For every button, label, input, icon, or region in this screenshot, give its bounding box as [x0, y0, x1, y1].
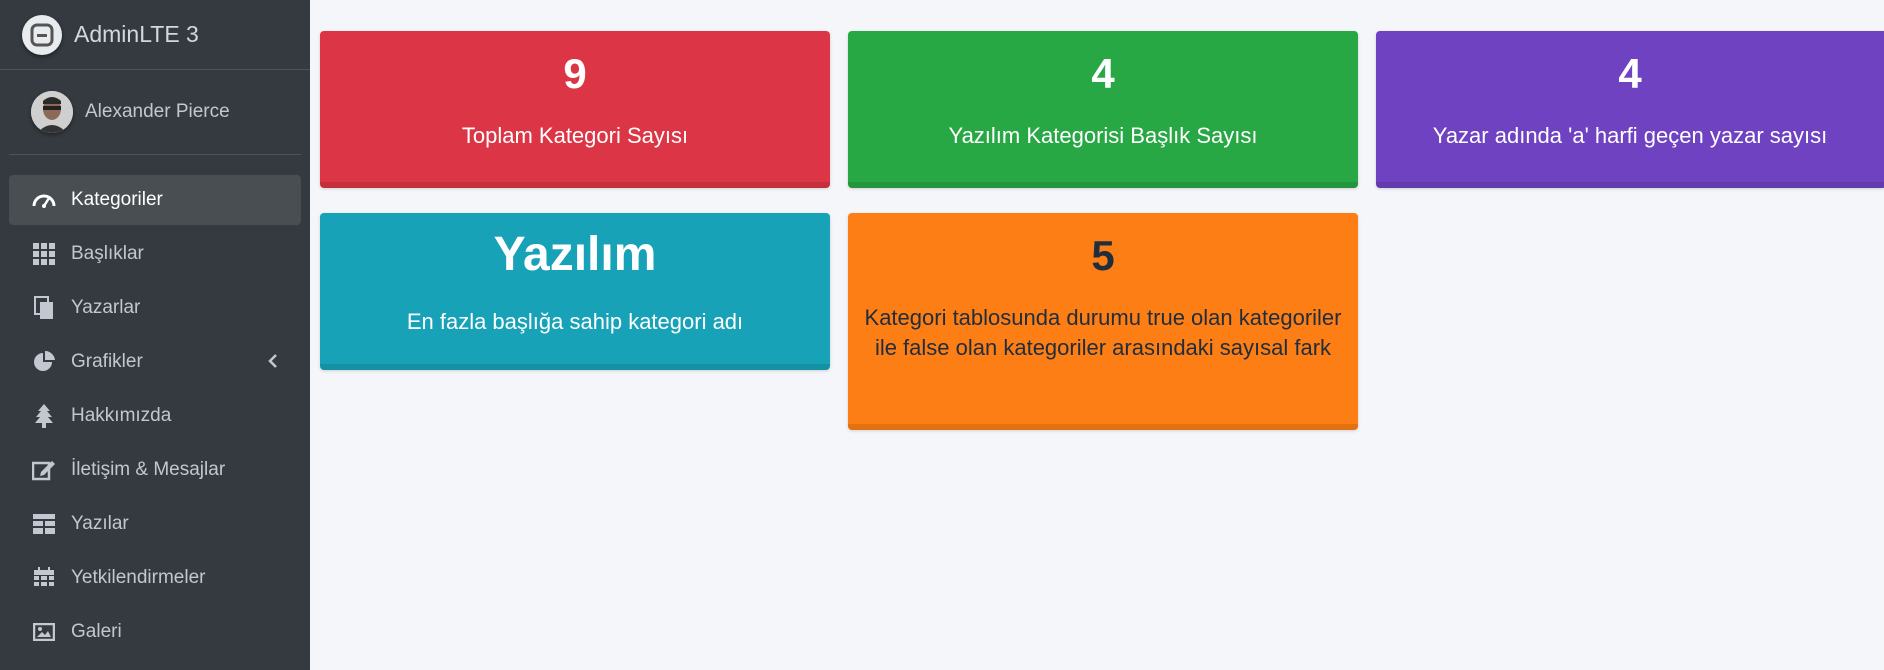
- stat-box-footer: [848, 424, 1358, 430]
- stat-value: 4: [1091, 50, 1115, 97]
- stat-box-footer: [1376, 182, 1884, 188]
- avatar: [31, 91, 73, 133]
- stat-box-software-titles: 4 Yazılım Kategorisi Başlık Sayısı: [848, 31, 1358, 188]
- stat-value: 4: [1618, 50, 1642, 97]
- copy-icon: [31, 295, 57, 321]
- stat-box-top-category: Yazılım En fazla başlığa sahip kategori …: [320, 213, 830, 370]
- stat-value: Yazılım: [493, 228, 657, 281]
- sidebar: AdminLTE 3 Alexander Pierce Kategoriler: [0, 0, 310, 670]
- chevron-left-icon[interactable]: [267, 352, 279, 376]
- sidebar-item-label: İletişim & Mesajlar: [71, 459, 226, 480]
- user-panel[interactable]: Alexander Pierce: [9, 70, 301, 155]
- tree-icon: [31, 403, 57, 429]
- sidebar-nav: Kategoriler Başlıklar Yazarlar Grafikler: [0, 155, 310, 657]
- sidebar-item-label: Yazarlar: [71, 297, 141, 318]
- stat-box-footer: [320, 182, 830, 188]
- image-icon: [31, 619, 57, 645]
- brand-logo-icon: [22, 14, 62, 55]
- sidebar-item-iletisim[interactable]: İletişim & Mesajlar: [9, 445, 301, 495]
- table-icon: [31, 511, 57, 537]
- stat-label: Toplam Kategori Sayısı: [461, 123, 689, 148]
- sidebar-item-yazarlar[interactable]: Yazarlar: [9, 283, 301, 333]
- stat-box-authors-with-a: 4 Yazar adında 'a' harfi geçen yazar say…: [1376, 31, 1884, 188]
- sidebar-item-label: Grafikler: [71, 351, 143, 372]
- stat-label: Yazılım Kategorisi Başlık Sayısı: [948, 123, 1258, 148]
- stat-box-footer: [848, 182, 1358, 188]
- brand-link[interactable]: AdminLTE 3: [0, 0, 310, 70]
- sidebar-item-galeri[interactable]: Galeri: [9, 607, 301, 657]
- sidebar-item-label: Başlıklar: [71, 243, 144, 264]
- calendar-icon: [31, 565, 57, 591]
- sidebar-item-label: Yetkilendirmeler: [71, 567, 206, 588]
- stat-value: 9: [563, 50, 587, 97]
- pie-chart-icon: [31, 349, 57, 375]
- brand-title: AdminLTE 3: [74, 21, 199, 47]
- stat-label: Kategori tablosunda durumu true olan kat…: [864, 305, 1342, 360]
- stat-box-status-difference: 5 Kategori tablosunda durumu true olan k…: [848, 213, 1358, 430]
- main-content: 9 Toplam Kategori Sayısı 4 Yazılım Kateg…: [310, 0, 1884, 670]
- sidebar-item-kategoriler[interactable]: Kategoriler: [9, 175, 301, 225]
- sidebar-item-label: Galeri: [71, 621, 122, 642]
- sidebar-item-label: Kategoriler: [71, 189, 163, 210]
- stat-label: Yazar adında 'a' harfi geçen yazar sayıs…: [1432, 123, 1828, 148]
- stat-label: En fazla başlığa sahip kategori adı: [406, 309, 744, 334]
- sidebar-item-hakkimizda[interactable]: Hakkımızda: [9, 391, 301, 441]
- stat-box-total-categories: 9 Toplam Kategori Sayısı: [320, 31, 830, 188]
- tachometer-icon: [31, 187, 57, 213]
- stat-box-footer: [320, 364, 830, 370]
- edit-icon: [31, 457, 57, 483]
- sidebar-item-grafikler[interactable]: Grafikler: [9, 337, 301, 387]
- sidebar-item-yazilar[interactable]: Yazılar: [9, 499, 301, 549]
- user-name[interactable]: Alexander Pierce: [85, 101, 230, 123]
- stat-value: 5: [1091, 232, 1115, 279]
- grid-icon: [31, 241, 57, 267]
- sidebar-item-label: Yazılar: [71, 513, 129, 534]
- sidebar-item-label: Hakkımızda: [71, 405, 172, 426]
- sidebar-item-yetkilendirmeler[interactable]: Yetkilendirmeler: [9, 553, 301, 603]
- sidebar-item-basliklar[interactable]: Başlıklar: [9, 229, 301, 279]
